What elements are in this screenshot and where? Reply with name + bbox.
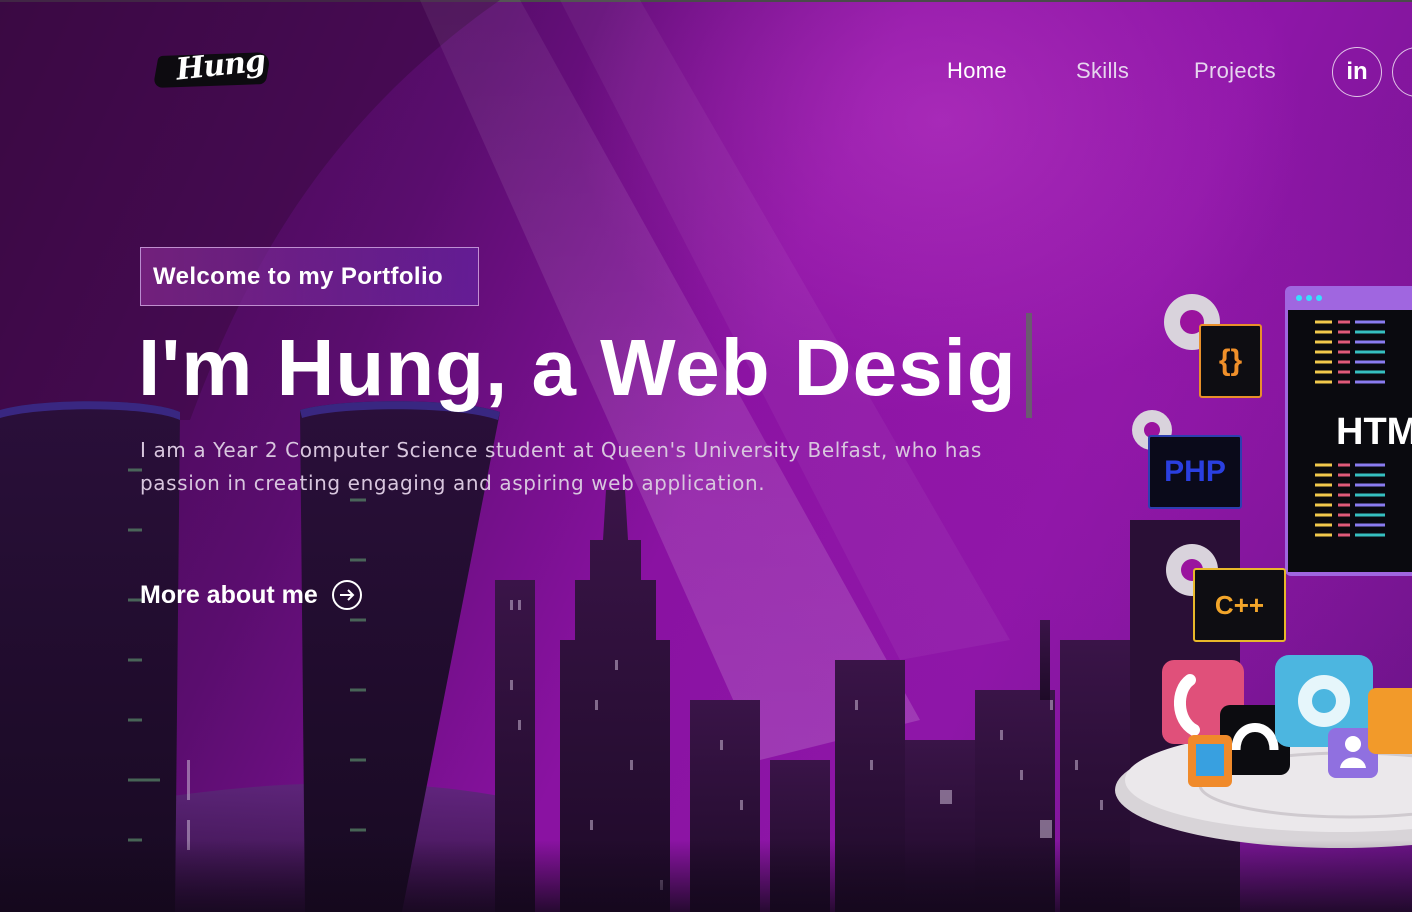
more-about-me-label: More about me <box>140 581 318 609</box>
html-label: HTML <box>1336 411 1412 453</box>
php-tile: PHP <box>1148 435 1242 509</box>
cpp-tile: C++ <box>1193 568 1286 642</box>
hero-title: I'm Hung, a Web Desig <box>138 323 1017 412</box>
code-braces-tile: {} <box>1199 324 1262 398</box>
tech-illustration: {} PHP C++ HTML <box>1110 280 1412 880</box>
portfolio-page: Hung Home Skills Projects in Welcome to … <box>0 0 1412 912</box>
bottom-fade <box>0 840 1412 912</box>
linkedin-icon[interactable]: in <box>1332 47 1382 97</box>
nav-projects[interactable]: Projects <box>1194 58 1276 84</box>
logo[interactable]: Hung <box>152 43 272 96</box>
nav-skills[interactable]: Skills <box>1076 58 1129 84</box>
more-about-me-button[interactable]: More about me <box>140 575 362 615</box>
typing-cursor <box>1026 313 1032 418</box>
hero-description: I am a Year 2 Computer Science student a… <box>140 438 982 495</box>
welcome-tagline: Welcome to my Portfolio <box>140 247 479 306</box>
arrow-right-icon <box>331 580 362 610</box>
nav-home[interactable]: Home <box>947 58 1007 84</box>
